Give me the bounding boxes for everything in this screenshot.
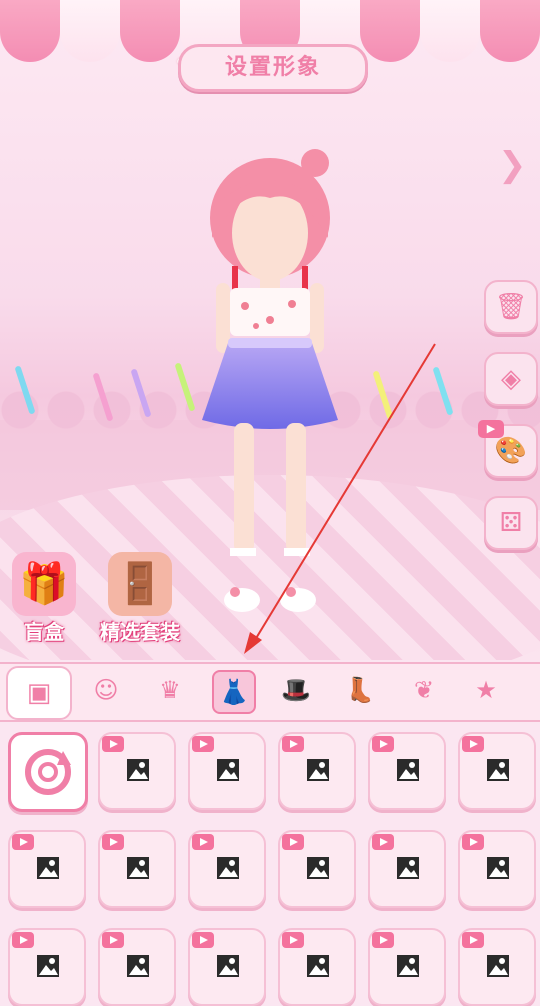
trash-icon: 🗑: [494, 292, 528, 322]
item-slot[interactable]: [188, 928, 266, 1006]
video-ad-icon: ▶: [478, 420, 504, 438]
image-placeholder-icon: [127, 759, 149, 781]
video-ad-icon: [372, 932, 394, 948]
stage-scene: ✿ ✿ 设置形象 ❯ 🗑 ◈ 🎨 ▶ ⚄ 🎁 盲盒 🚪: [0, 0, 540, 660]
image-placeholder-icon: [397, 857, 419, 879]
image-placeholder-icon: [487, 955, 509, 977]
video-ad-icon: [372, 736, 394, 752]
layers-button[interactable]: ◈: [484, 352, 538, 406]
item-slot[interactable]: [278, 830, 356, 908]
item-slot[interactable]: [458, 732, 536, 810]
image-placeholder-icon: [127, 955, 149, 977]
video-ad-icon: [282, 834, 304, 850]
video-ad-icon: [372, 834, 394, 850]
video-ad-icon: [192, 834, 214, 850]
image-placeholder-icon: [307, 955, 329, 977]
image-placeholder-icon: [487, 759, 509, 781]
outfit-cards-button[interactable]: ▣: [6, 666, 72, 720]
next-arrow-icon[interactable]: ❯: [498, 148, 527, 182]
featured-outfits-button[interactable]: 🚪 精选套装: [88, 552, 192, 645]
item-slot[interactable]: [98, 830, 176, 908]
image-placeholder-icon: [307, 857, 329, 879]
item-slot[interactable]: [8, 928, 86, 1006]
image-placeholder-icon: [37, 955, 59, 977]
category-tab-bar: ▣ ☺ ♛ 👗 🎩 👢 ❦ ★: [0, 662, 540, 722]
image-placeholder-icon: [37, 857, 59, 879]
tab-wings[interactable]: ❦: [404, 670, 444, 710]
image-placeholder-icon: [397, 759, 419, 781]
reset-item-button[interactable]: [8, 732, 88, 812]
video-ad-icon: [12, 932, 34, 948]
video-ad-icon: [102, 932, 124, 948]
video-ad-icon: [282, 932, 304, 948]
image-placeholder-icon: [397, 955, 419, 977]
tab-face[interactable]: ☺: [86, 670, 126, 710]
video-ad-icon: [282, 736, 304, 752]
tab-star[interactable]: ★: [466, 670, 506, 710]
layers-icon: ◈: [501, 364, 521, 394]
item-slot[interactable]: [368, 830, 446, 908]
blind-box-button[interactable]: 🎁 盲盒: [8, 552, 80, 645]
video-ad-icon: [12, 834, 34, 850]
video-ad-icon: [192, 736, 214, 752]
video-ad-icon: [462, 932, 484, 948]
tab-hair[interactable]: ♛: [150, 670, 190, 710]
video-ad-icon: [462, 834, 484, 850]
item-slot[interactable]: [368, 928, 446, 1006]
item-slot[interactable]: [98, 928, 176, 1006]
item-slot[interactable]: [368, 732, 446, 810]
tab-shoes[interactable]: 👢: [340, 670, 380, 710]
image-placeholder-icon: [217, 955, 239, 977]
image-placeholder-icon: [487, 857, 509, 879]
tab-dress[interactable]: 👗: [212, 670, 256, 714]
item-slot[interactable]: [278, 928, 356, 1006]
dice-icon: ⚄: [499, 508, 523, 538]
image-placeholder-icon: [217, 857, 239, 879]
item-slot[interactable]: [188, 830, 266, 908]
item-slot[interactable]: [98, 732, 176, 810]
item-slot[interactable]: [458, 928, 536, 1006]
image-placeholder-icon: [307, 759, 329, 781]
tab-hat[interactable]: 🎩: [276, 670, 316, 710]
trash-button[interactable]: 🗑: [484, 280, 538, 334]
item-slot[interactable]: [188, 732, 266, 810]
item-slot[interactable]: [8, 830, 86, 908]
wardrobe-icon: 🚪: [108, 552, 172, 616]
featured-outfits-label: 精选套装: [100, 620, 180, 644]
page-title: 设置形象: [178, 44, 368, 92]
image-placeholder-icon: [217, 759, 239, 781]
reset-icon: [25, 749, 71, 795]
video-ad-icon: [102, 834, 124, 850]
video-ad-icon: [102, 736, 124, 752]
video-ad-icon: [462, 736, 484, 752]
video-ad-icon: [192, 932, 214, 948]
blind-box-label: 盲盒: [24, 620, 64, 644]
item-slot[interactable]: [278, 732, 356, 810]
item-slot[interactable]: [458, 830, 536, 908]
palette-icon: 🎨: [494, 436, 528, 466]
dice-button[interactable]: ⚄: [484, 496, 538, 550]
gift-box-icon: 🎁: [12, 552, 76, 616]
image-placeholder-icon: [127, 857, 149, 879]
character-figure: [202, 149, 338, 612]
